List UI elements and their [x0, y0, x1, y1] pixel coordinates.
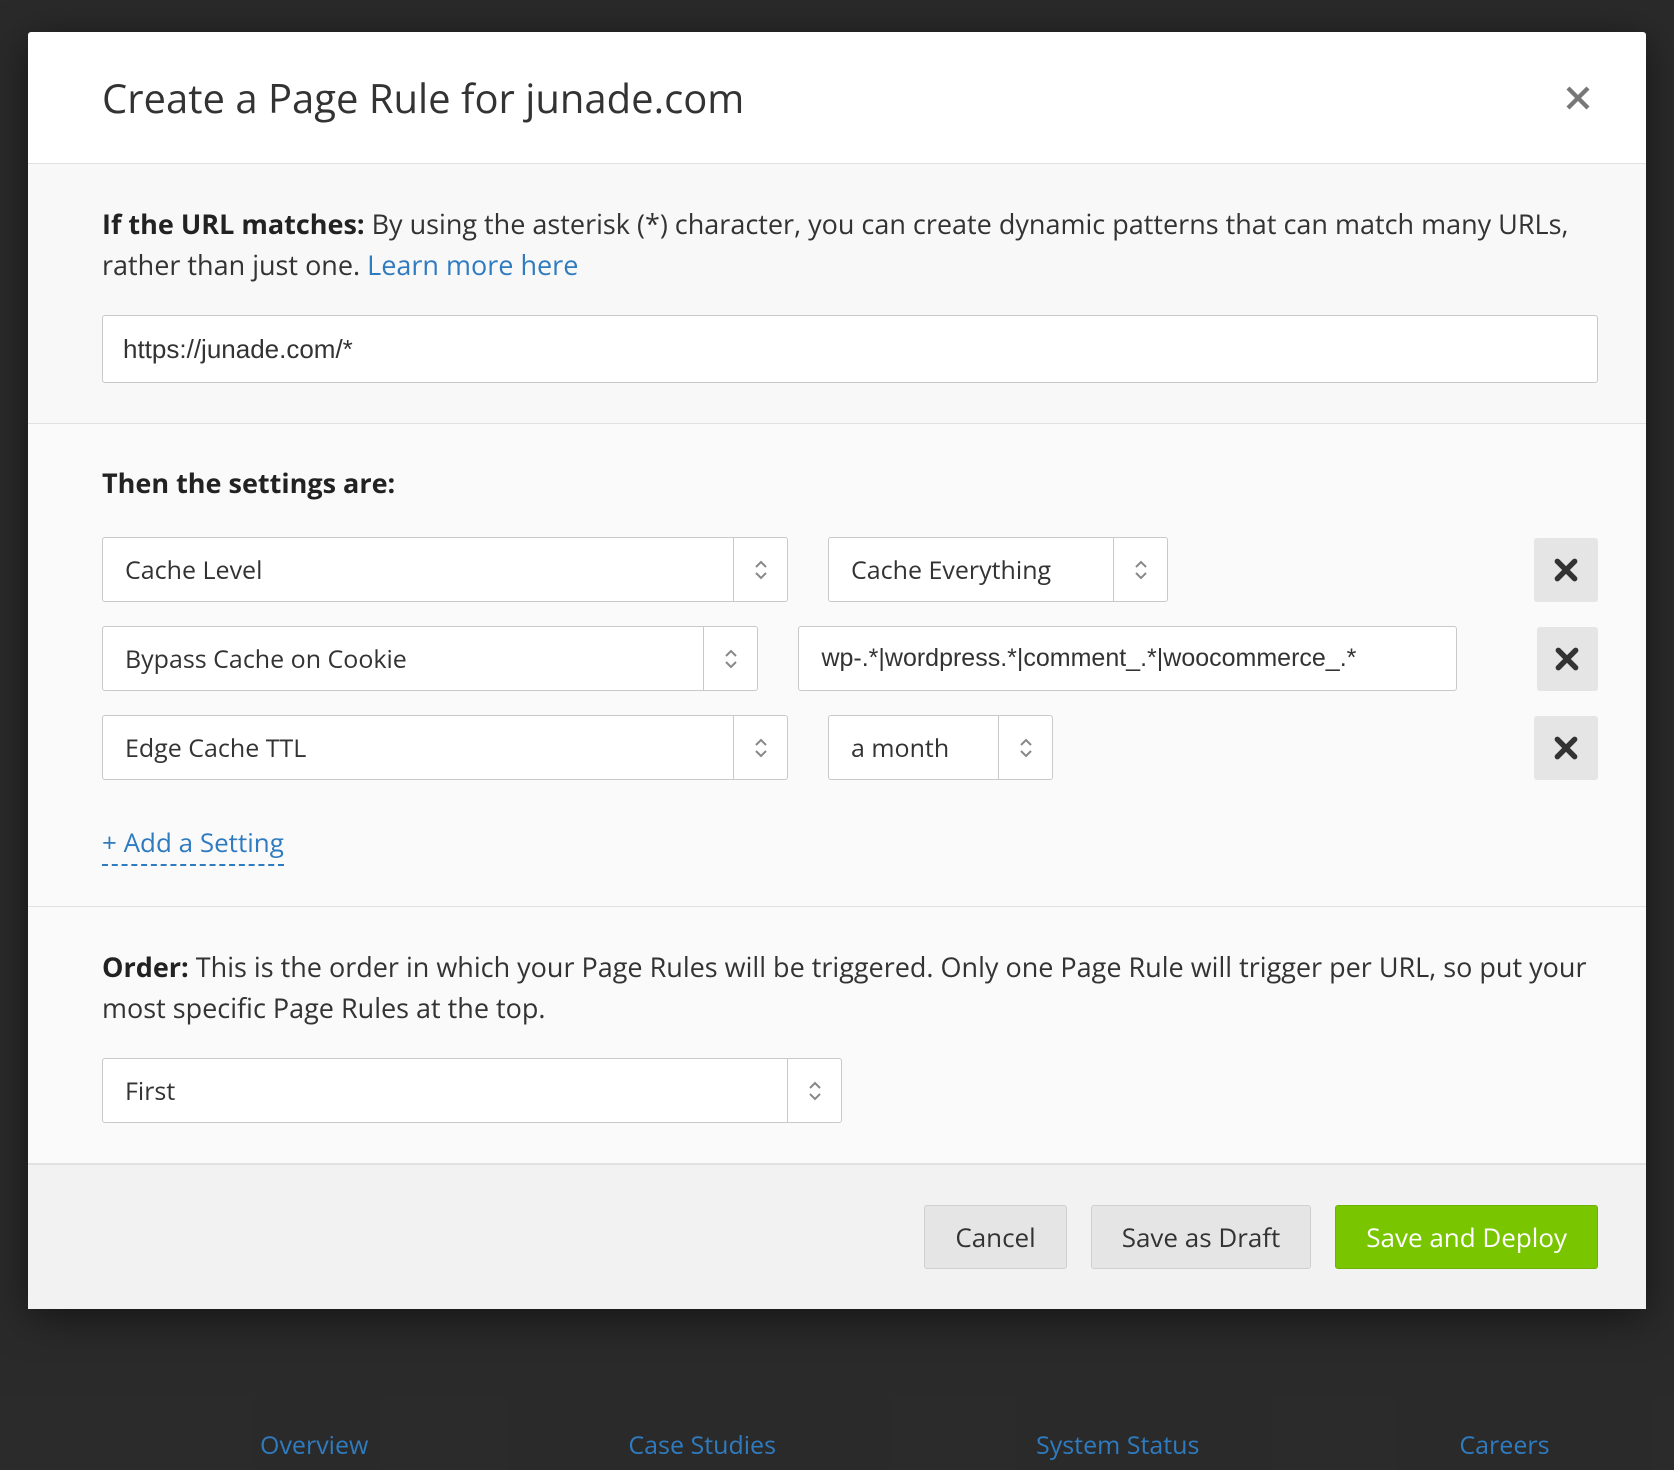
setting-row: Cache Level Cache Everything — [102, 537, 1598, 602]
setting-value-text: a month — [829, 716, 998, 779]
chevron-updown-icon — [733, 716, 787, 779]
url-match-description: If the URL matches: By using the asteris… — [102, 204, 1598, 285]
settings-section: Then the settings are: Cache Level Cache… — [28, 424, 1646, 907]
setting-name-select[interactable]: Cache Level — [102, 537, 788, 602]
remove-icon — [1554, 646, 1580, 672]
setting-row: Edge Cache TTL a month — [102, 715, 1598, 780]
setting-value-text: Cache Everything — [829, 538, 1113, 601]
order-select[interactable]: First — [102, 1058, 842, 1123]
learn-more-link[interactable]: Learn more here — [367, 246, 578, 283]
chevron-updown-icon — [733, 538, 787, 601]
settings-heading: Then the settings are: — [102, 464, 1598, 501]
setting-value-select[interactable]: Cache Everything — [828, 537, 1168, 602]
order-value: First — [103, 1059, 787, 1122]
url-match-section: If the URL matches: By using the asteris… — [28, 164, 1646, 424]
url-match-label: If the URL matches: — [102, 205, 365, 242]
order-text: This is the order in which your Page Rul… — [102, 948, 1586, 1026]
chevron-updown-icon — [1113, 538, 1167, 601]
save-deploy-button[interactable]: Save and Deploy — [1335, 1205, 1598, 1269]
modal-title: Create a Page Rule for junade.com — [102, 70, 744, 125]
remove-setting-button[interactable] — [1534, 538, 1598, 602]
setting-value-select[interactable]: a month — [828, 715, 1053, 780]
order-label: Order: — [102, 948, 189, 985]
remove-icon — [1553, 735, 1579, 761]
chevron-updown-icon — [703, 627, 757, 690]
setting-name-value: Cache Level — [103, 538, 733, 601]
remove-setting-button[interactable] — [1537, 627, 1598, 691]
modal-header: Create a Page Rule for junade.com — [28, 32, 1646, 164]
chevron-updown-icon — [787, 1059, 841, 1122]
remove-icon — [1553, 557, 1579, 583]
setting-name-select[interactable]: Edge Cache TTL — [102, 715, 788, 780]
remove-setting-button[interactable] — [1534, 716, 1598, 780]
close-button[interactable] — [1558, 78, 1598, 118]
save-draft-button[interactable]: Save as Draft — [1091, 1205, 1312, 1269]
order-section: Order: This is the order in which your P… — [28, 907, 1646, 1164]
modal-footer: Cancel Save as Draft Save and Deploy — [28, 1164, 1646, 1309]
background-footer-links: Overview Case Studies System Status Care… — [0, 1428, 1674, 1462]
setting-row: Bypass Cache on Cookie — [102, 626, 1598, 691]
url-pattern-input[interactable] — [102, 315, 1598, 383]
add-setting-link[interactable]: + Add a Setting — [102, 824, 284, 866]
close-icon — [1563, 83, 1593, 113]
cancel-button[interactable]: Cancel — [924, 1205, 1066, 1269]
page-rule-modal: Create a Page Rule for junade.com If the… — [28, 32, 1646, 1309]
chevron-updown-icon — [998, 716, 1052, 779]
setting-name-value: Bypass Cache on Cookie — [103, 627, 703, 690]
setting-name-value: Edge Cache TTL — [103, 716, 733, 779]
setting-value-input[interactable] — [798, 626, 1456, 691]
order-description: Order: This is the order in which your P… — [102, 947, 1598, 1028]
setting-name-select[interactable]: Bypass Cache on Cookie — [102, 626, 758, 691]
